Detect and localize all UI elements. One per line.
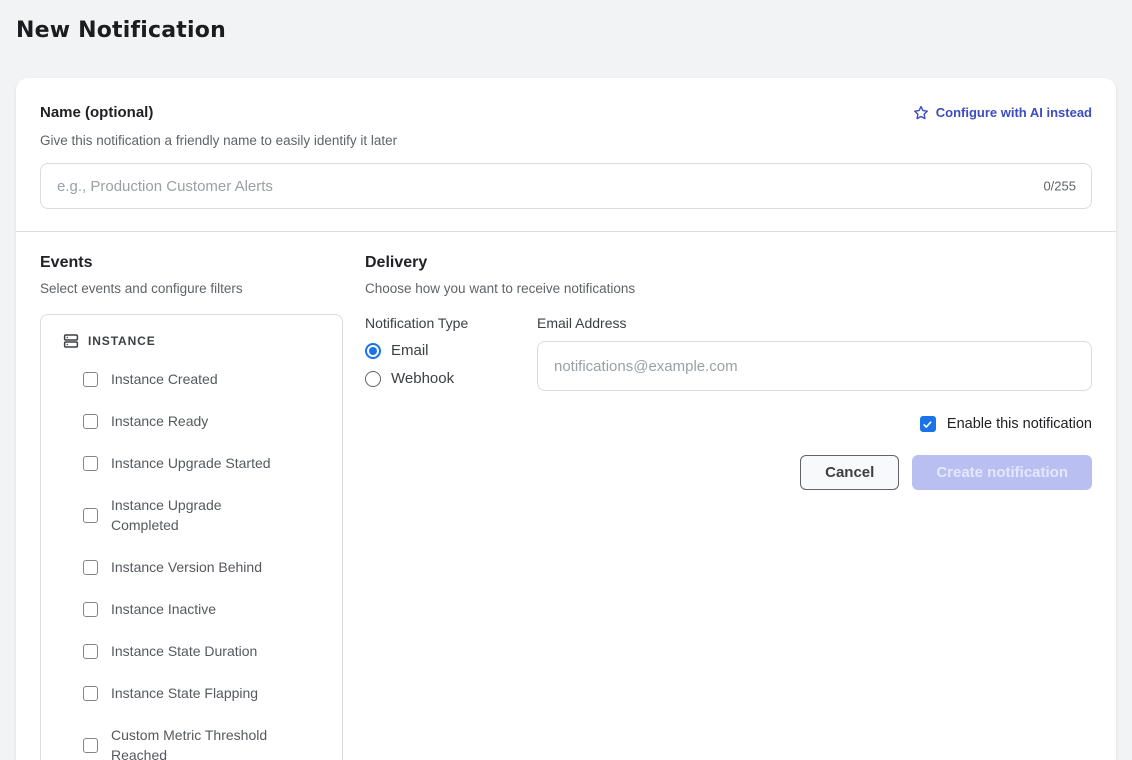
event-row-custom-metric-threshold[interactable]: Custom Metric Threshold Reached (83, 714, 328, 760)
name-section-subtitle: Give this notification a friendly name t… (40, 133, 1092, 148)
new-notification-card: Name (optional) Configure with AI instea… (16, 78, 1116, 760)
star-icon (913, 105, 929, 121)
page-title: New Notification (16, 16, 1116, 46)
enable-notification-label: Enable this notification (947, 416, 1092, 432)
enable-notification-toggle[interactable]: Enable this notification (365, 416, 1092, 432)
events-column: Events Select events and configure filte… (40, 254, 343, 760)
page: New Notification Name (optional) Configu… (0, 0, 1132, 760)
event-group-instance: INSTANCE (55, 323, 328, 358)
email-address-input[interactable] (537, 341, 1092, 391)
event-label: Instance Upgrade Completed (111, 495, 283, 535)
checkbox-icon[interactable] (83, 456, 98, 471)
checkbox-icon[interactable] (83, 508, 98, 523)
event-label: Instance Version Behind (111, 557, 262, 577)
radio-icon[interactable] (365, 343, 381, 359)
name-section-title: Name (optional) (40, 104, 153, 121)
checkbox-checked-icon[interactable] (920, 416, 936, 432)
event-row-instance-version-behind[interactable]: Instance Version Behind (83, 546, 328, 588)
notification-type-group: Notification Type Email Webhook (365, 315, 537, 391)
checkbox-icon[interactable] (83, 644, 98, 659)
radio-icon[interactable] (365, 371, 381, 387)
event-label: Instance Ready (111, 411, 208, 431)
radio-option-label: Email (391, 342, 429, 359)
delivery-subtitle: Choose how you want to receive notificat… (365, 281, 1092, 296)
name-section: Name (optional) Configure with AI instea… (16, 78, 1116, 231)
event-row-instance-created[interactable]: Instance Created (83, 358, 328, 400)
notification-type-label: Notification Type (365, 315, 537, 331)
events-title: Events (40, 254, 343, 272)
event-label: Instance State Flapping (111, 683, 258, 703)
event-group-label: INSTANCE (88, 334, 156, 348)
event-row-instance-upgrade-started[interactable]: Instance Upgrade Started (83, 442, 328, 484)
event-label: Custom Metric Threshold Reached (111, 725, 283, 760)
events-list: INSTANCE Instance Created Instance Ready… (40, 314, 343, 760)
email-address-group: Email Address (537, 315, 1092, 391)
cancel-button[interactable]: Cancel (800, 455, 899, 490)
event-row-instance-state-duration[interactable]: Instance State Duration (83, 630, 328, 672)
checkbox-icon[interactable] (83, 686, 98, 701)
checkbox-icon[interactable] (83, 372, 98, 387)
event-label: Instance Inactive (111, 599, 216, 619)
notification-name-input[interactable] (40, 163, 1092, 209)
event-label: Instance Created (111, 369, 218, 389)
create-notification-button[interactable]: Create notification (912, 455, 1092, 490)
event-row-instance-inactive[interactable]: Instance Inactive (83, 588, 328, 630)
event-row-instance-upgrade-completed[interactable]: Instance Upgrade Completed (83, 484, 328, 546)
form-actions: Cancel Create notification (365, 455, 1092, 490)
configure-with-ai-link[interactable]: Configure with AI instead (913, 105, 1092, 121)
checkbox-icon[interactable] (83, 602, 98, 617)
char-counter: 0/255 (1043, 179, 1076, 194)
checkbox-icon[interactable] (83, 738, 98, 753)
events-subtitle: Select events and configure filters (40, 281, 343, 296)
checkbox-icon[interactable] (83, 560, 98, 575)
email-address-label: Email Address (537, 315, 1092, 331)
event-row-instance-state-flapping[interactable]: Instance State Flapping (83, 672, 328, 714)
server-icon (63, 333, 79, 349)
checkbox-icon[interactable] (83, 414, 98, 429)
event-label: Instance State Duration (111, 641, 257, 661)
radio-option-label: Webhook (391, 370, 454, 387)
event-label: Instance Upgrade Started (111, 453, 271, 473)
radio-option-webhook[interactable]: Webhook (365, 370, 537, 387)
configure-with-ai-label: Configure with AI instead (936, 105, 1092, 120)
radio-option-email[interactable]: Email (365, 342, 537, 359)
event-row-instance-ready[interactable]: Instance Ready (83, 400, 328, 442)
delivery-title: Delivery (365, 254, 1092, 272)
delivery-column: Delivery Choose how you want to receive … (365, 254, 1092, 760)
